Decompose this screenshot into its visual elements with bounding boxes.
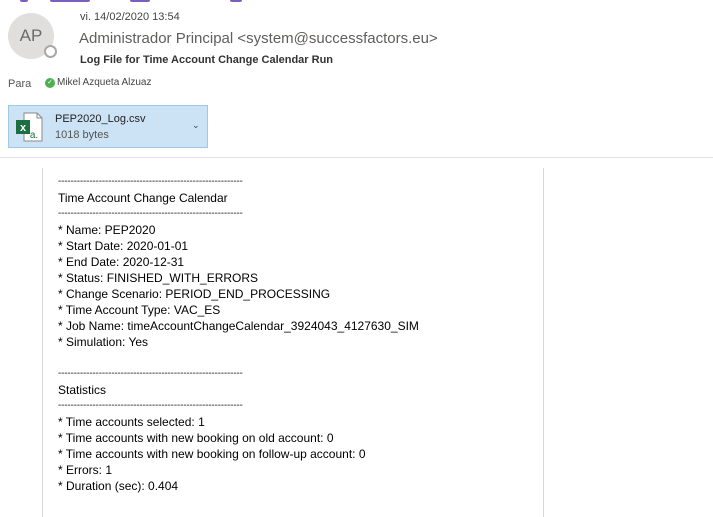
log-line: * Time accounts with new booking on old … <box>58 431 334 445</box>
recipient-status-icon: ✓ <box>45 78 55 88</box>
log-line: * Duration (sec): 0.404 <box>58 479 179 493</box>
log-line: * Time accounts selected: 1 <box>58 415 205 429</box>
presence-status-icon <box>44 45 57 58</box>
log-line: * Job Name: timeAccountChangeCalendar_39… <box>58 319 419 333</box>
log-body: ----------------------------------------… <box>58 174 419 494</box>
log-line: * Simulation: Yes <box>58 335 149 349</box>
attachment-filename: PEP2020_Log.csv <box>55 113 146 125</box>
email-date: vi. 14/02/2020 13:54 <box>80 11 180 23</box>
body-left-border <box>42 168 43 517</box>
attachment-size: 1018 bytes <box>55 129 109 141</box>
chevron-down-icon[interactable]: ⌄ <box>192 120 200 131</box>
log-line: ----------------------------------------… <box>58 176 243 187</box>
log-line: * Time Account Type: VAC_ES <box>58 303 221 317</box>
log-line: * Status: FINISHED_WITH_ERRORS <box>58 271 259 285</box>
log-line: ----------------------------------------… <box>58 208 243 219</box>
body-right-border <box>543 168 544 517</box>
top-strip <box>0 0 713 4</box>
log-line: * Name: PEP2020 <box>58 223 156 237</box>
email-sender[interactable]: Administrador Principal <system@successf… <box>79 30 438 47</box>
log-line: * Start Date: 2020-01-01 <box>58 239 189 253</box>
log-line: * Errors: 1 <box>58 463 113 477</box>
log-line: * Change Scenario: PERIOD_END_PROCESSING <box>58 287 331 301</box>
excel-file-icon: x a. <box>16 112 43 142</box>
svg-text:x: x <box>20 122 27 134</box>
log-line: Statistics <box>58 383 107 397</box>
log-line: * Time accounts with new booking on foll… <box>58 447 366 461</box>
recipient-name[interactable]: Mikel Azqueta Alzuaz <box>57 77 152 88</box>
header-divider <box>0 157 713 158</box>
log-line: * End Date: 2020-12-31 <box>58 255 185 269</box>
avatar-initials: AP <box>19 26 43 45</box>
svg-text:a.: a. <box>30 130 38 141</box>
email-subject: Log File for Time Account Change Calenda… <box>80 54 334 66</box>
log-line: ----------------------------------------… <box>58 368 243 379</box>
attachment-card[interactable]: x a. PEP2020_Log.csv 1018 bytes ⌄ <box>8 105 208 148</box>
log-line: ----------------------------------------… <box>58 400 243 411</box>
to-label: Para <box>8 78 32 90</box>
log-line: Time Account Change Calendar <box>58 191 228 205</box>
